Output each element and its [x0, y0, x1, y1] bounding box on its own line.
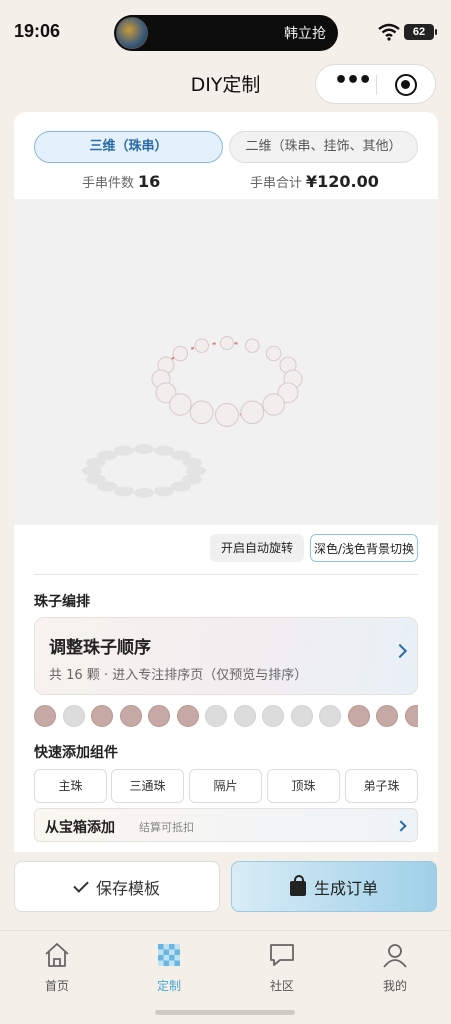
- order-card-title: 调整珠子顺序: [49, 638, 151, 658]
- auto-rotate-button[interactable]: 开启自动旋转: [210, 534, 304, 562]
- tab-customize-label: 定制: [156, 979, 181, 993]
- bead-sequence-strip[interactable]: [34, 705, 418, 729]
- chat-icon: [270, 944, 294, 966]
- treasure-title: 从宝箱添加: [45, 820, 115, 836]
- tab-3d-beads[interactable]: 三维（珠串）: [34, 131, 223, 163]
- bead-pink[interactable]: [34, 705, 56, 727]
- chip-spacer[interactable]: 隔片: [189, 769, 262, 803]
- chevron-right-icon: [392, 643, 408, 659]
- total-price-value: ¥120.00: [306, 172, 379, 191]
- order-card-subtitle: 共 16 颗 · 进入专注排序页（仅预览与排序）: [49, 668, 308, 683]
- chip-top-bead[interactable]: 顶珠: [267, 769, 340, 803]
- chevron-right-icon: [395, 820, 407, 832]
- check-icon: [73, 876, 89, 893]
- section-divider: [34, 574, 418, 575]
- user-icon: [383, 944, 407, 968]
- more-icon[interactable]: •••: [334, 70, 372, 93]
- bead-pink[interactable]: [91, 705, 113, 727]
- total-price-stat: 手串合计 ¥120.00: [250, 172, 379, 191]
- quick-add-heading: 快速添加组件: [34, 745, 118, 761]
- create-order-label: 生成订单: [313, 878, 378, 898]
- bead-shadow: [153, 486, 174, 497]
- bracelet-bead[interactable]: [215, 403, 239, 427]
- create-order-button[interactable]: 生成订单: [231, 861, 437, 912]
- main-card: 三维（珠串） 二维（珠串、挂饰、其他） 手串件数 16 手串合计 ¥120.00 开…: [14, 112, 438, 852]
- notification-avatar: [116, 17, 148, 49]
- bead-pink[interactable]: [376, 705, 398, 727]
- bead-shadow: [170, 481, 191, 492]
- customize-icon: [158, 944, 180, 966]
- notification-text: 韩立抢: [284, 26, 326, 42]
- chip-main-bead[interactable]: 主珠: [34, 769, 107, 803]
- bracelet-bead[interactable]: [194, 338, 209, 353]
- home-indicator: [155, 1010, 295, 1015]
- bead-count-stat: 手串件数 16: [82, 172, 160, 191]
- tab-home[interactable]: 首页: [17, 941, 97, 994]
- tab-home-label: 首页: [44, 979, 69, 993]
- bracelet-bead[interactable]: [169, 393, 192, 416]
- bead-pink[interactable]: [119, 705, 142, 727]
- home-icon: [45, 943, 69, 967]
- bead-shadow: [186, 466, 206, 476]
- bead-count-label: 手串件数: [82, 176, 135, 191]
- bead-shadow: [82, 466, 102, 476]
- bracelet-bead[interactable]: [172, 345, 189, 362]
- arrangement-heading: 珠子编排: [34, 594, 90, 610]
- chip-three-way-bead[interactable]: 三通珠: [111, 769, 184, 803]
- bead-shadow: [182, 457, 203, 468]
- bead-shadow: [85, 474, 106, 485]
- bead-pink[interactable]: [404, 705, 418, 727]
- mini-program-capsule: •••: [315, 64, 436, 104]
- bracelet-bead[interactable]: [262, 393, 285, 416]
- save-template-button[interactable]: 保存模板: [14, 861, 220, 912]
- add-from-treasure-box[interactable]: 从宝箱添加 结算可抵扣: [34, 808, 418, 842]
- bead-pink[interactable]: [148, 705, 170, 727]
- bead-white[interactable]: [205, 705, 227, 727]
- close-target-icon[interactable]: [395, 74, 417, 96]
- bead-white[interactable]: [290, 705, 313, 727]
- bead-shadow: [134, 488, 154, 498]
- notification-pill[interactable]: 韩立抢: [114, 15, 338, 51]
- wifi-icon: [378, 23, 400, 41]
- tab-community-label: 社区: [269, 979, 294, 993]
- bracelet-bead[interactable]: [220, 336, 234, 350]
- shopping-bag-icon: [289, 875, 306, 896]
- bracelet-bead[interactable]: [189, 400, 214, 425]
- bead-pink[interactable]: [176, 705, 199, 727]
- bead-white[interactable]: [62, 705, 85, 727]
- bead-white[interactable]: [262, 705, 284, 727]
- treasure-subtitle: 结算可抵扣: [139, 821, 194, 834]
- bracelet-shadow: [82, 444, 206, 498]
- tab-customize[interactable]: 定制: [129, 941, 209, 994]
- bracelet-bead[interactable]: [265, 345, 282, 362]
- bead-shadow: [134, 444, 154, 454]
- tab-mine-label: 我的: [382, 979, 407, 993]
- bead-shadow: [97, 450, 118, 461]
- total-price-label: 手串合计: [250, 176, 303, 191]
- status-time: 19:06: [14, 21, 61, 41]
- tab-community[interactable]: 社区: [242, 941, 322, 994]
- bead-white[interactable]: [319, 705, 341, 727]
- tab-mine[interactable]: 我的: [355, 941, 435, 994]
- save-template-label: 保存模板: [95, 878, 160, 898]
- bead-shadow: [153, 445, 174, 456]
- 3d-viewer[interactable]: [14, 199, 438, 525]
- bracelet-bead[interactable]: [245, 338, 260, 353]
- tab-2d-beads-pendants[interactable]: 二维（珠串、挂饰、其他）: [229, 131, 418, 163]
- bracelet-bead[interactable]: [240, 400, 265, 425]
- bead-shadow: [114, 486, 135, 497]
- bead-pink[interactable]: [347, 705, 370, 727]
- bead-shadow: [114, 445, 135, 456]
- bg-toggle-button[interactable]: 深色/浅色背景切换: [310, 534, 418, 562]
- chip-disciple-bead[interactable]: 弟子珠: [345, 769, 418, 803]
- battery-indicator: 62: [404, 24, 437, 40]
- status-bar: 19:06 韩立抢 62: [0, 0, 451, 64]
- bead-count-value: 16: [138, 172, 161, 191]
- bracelet-3d-preview[interactable]: [14, 199, 438, 525]
- capsule-divider: [376, 75, 377, 95]
- adjust-order-card[interactable]: 调整珠子顺序 共 16 颗 · 进入专注排序页（仅预览与排序）: [34, 617, 418, 695]
- bead-white[interactable]: [233, 705, 256, 727]
